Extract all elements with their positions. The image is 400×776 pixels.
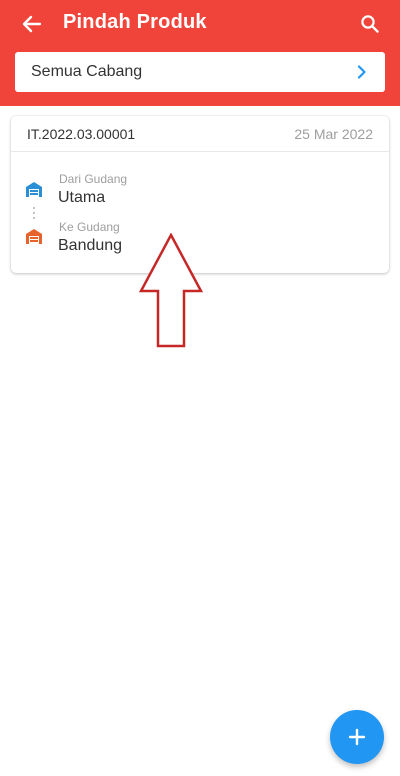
app-header: Pindah Produk Semua Cabang <box>0 0 400 106</box>
warehouse-to-icon <box>26 229 42 244</box>
branch-filter-value: Semua Cabang <box>31 63 143 80</box>
search-button[interactable] <box>354 8 386 40</box>
to-warehouse-label: Ke Gudang <box>59 220 120 234</box>
branch-filter-select[interactable]: Semua Cabang <box>15 52 385 92</box>
up-arrow-annotation-icon <box>138 233 204 348</box>
to-warehouse-value: Bandung <box>58 237 123 254</box>
back-button[interactable] <box>16 8 48 40</box>
search-icon <box>361 15 379 33</box>
arrow-left-icon <box>22 15 42 33</box>
transfer-code: IT.2022.03.00001 <box>27 125 136 142</box>
top-app-bar: Pindah Produk <box>0 0 400 48</box>
warehouse-from-icon <box>26 182 42 197</box>
transfer-card-header: IT.2022.03.00001 25 Mar 2022 <box>11 116 389 152</box>
page-title: Pindah Produk <box>63 11 207 33</box>
route-connector <box>33 207 35 222</box>
transfer-date: 25 Mar 2022 <box>294 125 373 142</box>
from-warehouse-value: Utama <box>58 189 106 206</box>
app-screen: Pindah Produk Semua Cabang IT.2022.03.00… <box>0 0 400 776</box>
plus-icon <box>348 728 366 746</box>
from-warehouse-label: Dari Gudang <box>59 172 128 186</box>
add-transfer-button[interactable] <box>330 710 384 764</box>
chevron-right-icon <box>355 65 369 79</box>
